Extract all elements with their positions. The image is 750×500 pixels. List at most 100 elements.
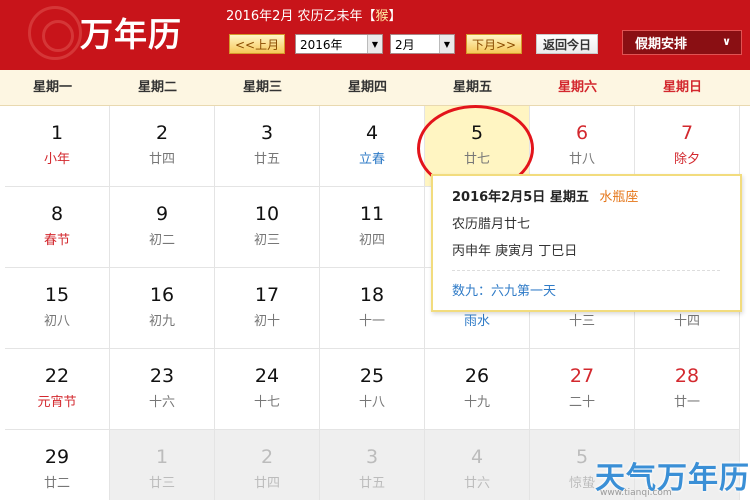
popup-zodiac-sign[interactable]: 水瓶座	[599, 190, 638, 205]
lunar-date-label: 初九	[148, 314, 175, 329]
popup-shujiu-link[interactable]: 数九：六九第一天	[452, 280, 740, 299]
calendar-day-cell[interactable]: 22 元宵节	[5, 349, 110, 430]
lunar-date-label: 廿一	[673, 395, 700, 410]
day-number: 27	[569, 365, 595, 387]
day-number: 6	[575, 122, 589, 144]
day-number: 10	[254, 203, 280, 225]
lunar-date-label: 小年	[43, 152, 70, 167]
weekday-sat: 星期六	[557, 80, 597, 95]
back-today-label: 返回今日	[543, 37, 592, 52]
year-select[interactable]: 2016年 ▼	[295, 34, 383, 54]
info-prefix: 2016年2月 农历乙未年【	[226, 9, 376, 24]
day-number: 4	[470, 446, 484, 468]
lunar-date-label: 十七	[253, 395, 280, 410]
prev-month-label: <<上月	[235, 37, 280, 52]
calendar-day-cell[interactable]: 1 廿三	[110, 430, 215, 500]
weekday-wed: 星期三	[242, 80, 282, 95]
day-number: 17	[254, 284, 280, 306]
monkey-emblem-icon	[28, 6, 82, 60]
calendar-day-cell[interactable]: 15 初八	[5, 268, 110, 349]
lunar-date-label: 立春	[358, 152, 385, 167]
lunar-date-label: 十九	[463, 395, 490, 410]
weekday-sun: 星期日	[662, 80, 702, 95]
calendar-day-cell[interactable]: 17 初十	[215, 268, 320, 349]
calendar-day-cell[interactable]: 4 立春	[320, 106, 425, 187]
popup-date: 2016年2月5日	[452, 190, 546, 205]
logo-text: 万年历	[80, 15, 182, 54]
holiday-schedule-dropdown[interactable]: 假期安排 ∨	[622, 30, 742, 55]
day-number: 2	[260, 446, 274, 468]
logo: 万年历	[0, 0, 225, 70]
lunar-date-label: 十一	[358, 314, 385, 329]
calendar-day-cell[interactable]: 8 春节	[5, 187, 110, 268]
calendar-day-cell[interactable]: 29 廿二	[5, 430, 110, 500]
day-number: 18	[359, 284, 385, 306]
calendar-day-cell[interactable]: 1 小年	[5, 106, 110, 187]
calendar-day-cell[interactable]: 27 二十	[530, 349, 635, 430]
popup-divider	[452, 270, 720, 271]
lunar-date-label: 廿二	[43, 476, 70, 491]
lunar-date-label: 十四	[673, 314, 700, 329]
weekday-tue: 星期二	[137, 80, 177, 95]
calendar-day-cell[interactable]: 23 十六	[110, 349, 215, 430]
calendar-day-cell[interactable]: 26 十九	[425, 349, 530, 430]
lunar-date-label: 廿四	[253, 476, 280, 491]
calendar-day-cell[interactable]: 16 初九	[110, 268, 215, 349]
zodiac-label: 猴	[375, 9, 389, 24]
next-month-button[interactable]: 下月>>	[466, 34, 523, 54]
calendar-day-cell[interactable]: 25 十八	[320, 349, 425, 430]
prev-month-button[interactable]: <<上月	[229, 34, 286, 54]
lunar-date-label: 除夕	[673, 152, 700, 167]
day-number: 4	[365, 122, 379, 144]
day-number: 29	[44, 446, 70, 468]
lunar-date-label: 元宵节	[37, 395, 77, 410]
day-number: 1	[50, 122, 64, 144]
lunar-date-label: 初三	[253, 233, 280, 248]
lunar-date-label: 十六	[148, 395, 175, 410]
calendar-day-cell[interactable]: 9 初二	[110, 187, 215, 268]
lunar-date-label: 春节	[43, 233, 70, 248]
month-select-value: 2月	[395, 37, 415, 52]
weekday-thu: 星期四	[347, 80, 387, 95]
lunar-date-label: 廿八	[568, 152, 595, 167]
calendar-day-cell[interactable]: 18 十一	[320, 268, 425, 349]
calendar-day-cell[interactable]: 2 廿四	[215, 430, 320, 500]
lunar-date-label: 廿三	[148, 476, 175, 491]
top-header: 万年历 2016年2月 农历乙未年【猴】 <<上月 2016年 ▼ 2月 ▼ 下…	[0, 0, 750, 70]
info-suffix: 】	[388, 9, 402, 24]
lunar-date-label: 十三	[568, 314, 595, 329]
day-number: 3	[260, 122, 274, 144]
day-number: 2	[155, 122, 169, 144]
day-number: 11	[359, 203, 385, 225]
month-select[interactable]: 2月 ▼	[390, 34, 455, 54]
day-number: 15	[44, 284, 70, 306]
year-select-value: 2016年	[300, 37, 343, 52]
popup-date-line: 2016年2月5日 星期五 水瓶座	[452, 186, 740, 205]
calendar-day-cell[interactable]: 28 廿一	[635, 349, 740, 430]
day-number: 9	[155, 203, 169, 225]
day-number: 7	[680, 122, 694, 144]
lunar-date-label: 初十	[253, 314, 280, 329]
weekday-header: 星期一 星期二 星期三 星期四 星期五 星期六 星期日	[0, 70, 750, 106]
back-today-button[interactable]: 返回今日	[536, 34, 599, 54]
calendar-day-cell[interactable]: 3 廿五	[320, 430, 425, 500]
day-number: 8	[50, 203, 64, 225]
calendar-day-cell[interactable]: 24 十七	[215, 349, 320, 430]
day-number: 28	[674, 365, 700, 387]
lunar-date-label: 初二	[148, 233, 175, 248]
day-number: 23	[149, 365, 175, 387]
lunar-date-label: 廿五	[253, 152, 280, 167]
lunar-date-label: 二十	[568, 395, 595, 410]
next-month-label: 下月>>	[472, 37, 517, 52]
calendar-day-cell[interactable]: 11 初四	[320, 187, 425, 268]
day-number: 22	[44, 365, 70, 387]
calendar-day-cell[interactable]: 10 初三	[215, 187, 320, 268]
popup-ganzhi: 丙申年 庚寅月 丁巳日	[452, 244, 578, 259]
lunar-date-label: 初四	[358, 233, 385, 248]
calendar-day-cell[interactable]: 2 廿四	[110, 106, 215, 187]
chevron-down-icon: ▼	[367, 35, 382, 53]
calendar-day-cell[interactable]: 3 廿五	[215, 106, 320, 187]
calendar-day-cell[interactable]: 4 廿六	[425, 430, 530, 500]
day-number: 26	[464, 365, 490, 387]
lunar-year-info: 2016年2月 农历乙未年【猴】	[226, 5, 402, 24]
